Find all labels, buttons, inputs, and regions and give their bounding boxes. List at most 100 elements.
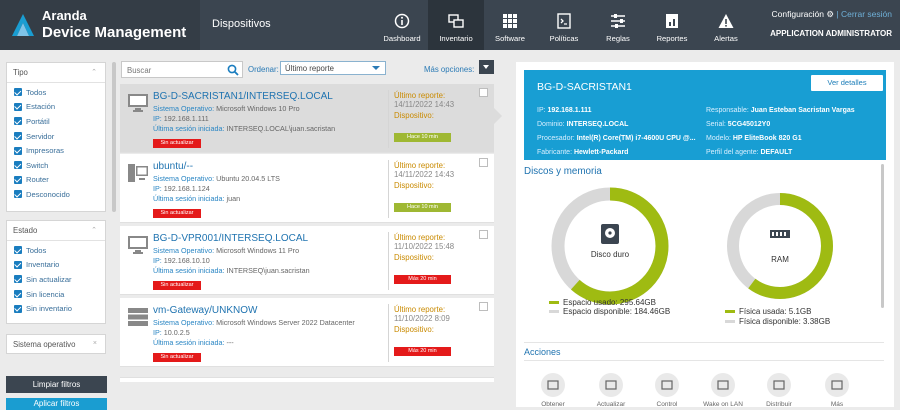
device-name[interactable]: ubuntu/--: [153, 161, 193, 172]
device-checkbox[interactable]: [479, 88, 488, 97]
last-report-value: 11/10/2022 15:48: [394, 242, 455, 251]
device-name[interactable]: BG-D-VPR001/INTERSEQ.LOCAL: [153, 233, 308, 244]
device-card[interactable]: vm-Gateway/UNKNOW Sistema Operativo: Mic…: [120, 298, 494, 367]
action-button[interactable]: Más: [816, 373, 858, 408]
divider: [524, 342, 884, 343]
status-badge: Sin actualizar: [153, 139, 201, 148]
filter-so[interactable]: Sistema operativo ×: [6, 334, 106, 354]
inventory-icon: [448, 14, 464, 28]
device-checkbox[interactable]: [479, 158, 488, 167]
logout-link[interactable]: Cerrar sesión: [841, 9, 892, 19]
filter-option[interactable]: Router: [7, 173, 105, 188]
filter-option[interactable]: Inventario: [7, 258, 105, 273]
device-name[interactable]: BG-D-SACRISTAN1/INTERSEQ.LOCAL: [153, 91, 333, 102]
filter-option[interactable]: Estación: [7, 100, 105, 115]
config-link[interactable]: Configuración: [772, 9, 824, 19]
checkbox-icon: [14, 290, 22, 299]
device-os: Sistema Operativo: Microsoft Windows Ser…: [153, 318, 355, 327]
filter-option[interactable]: Todos: [7, 85, 105, 100]
last-report-label: Último reporte:: [394, 91, 446, 100]
action-button[interactable]: Wake on LAN: [702, 373, 744, 408]
device-name[interactable]: vm-Gateway/UNKNOW: [153, 305, 257, 316]
search-field[interactable]: Buscar: [121, 61, 243, 78]
filter-header: Sistema operativo ×: [7, 335, 105, 355]
filter-option[interactable]: Sin licencia: [7, 287, 105, 302]
filter-estado: Estado ⌃ Todos Inventario Sin actualizar …: [6, 220, 106, 324]
checkbox-icon: [14, 102, 22, 111]
device-ip: IP: 192.168.1.124: [153, 184, 210, 193]
device-card[interactable]: BG-D-VPR001/INTERSEQ.LOCAL Sistema Opera…: [120, 226, 494, 295]
list-item[interactable]: [120, 377, 494, 382]
checkbox-icon: [14, 304, 22, 313]
hard-drive-icon: [601, 224, 619, 244]
server-icon: [128, 308, 148, 328]
search-input[interactable]: Buscar: [127, 66, 151, 75]
view-details-button[interactable]: Ver detalles: [811, 75, 883, 91]
device-session: Última sesión iniciada: INTERSEQ\juan.sa…: [153, 266, 310, 275]
nav-label: Dashboard: [383, 34, 421, 43]
disk-donut: Disco duro: [551, 187, 669, 305]
nav-inventario[interactable]: Inventario: [428, 0, 484, 50]
search-icon[interactable]: [227, 64, 239, 76]
filters-scrollbar[interactable]: [112, 62, 116, 212]
nav-dashboard[interactable]: Dashboard: [374, 0, 430, 50]
filter-list: Todos Estación Portátil Servidor Impreso…: [7, 83, 105, 202]
chevron-down-icon: [372, 66, 380, 70]
nav-label: Alertas: [714, 34, 738, 43]
device-checkbox[interactable]: [479, 302, 488, 311]
order-label: Ordenar:: [248, 65, 279, 74]
filter-option[interactable]: Sin actualizar: [7, 272, 105, 287]
checkbox-icon: [14, 161, 22, 170]
detail-field: Dominio: INTERSEQ.LOCAL: [537, 121, 629, 128]
nav-politicas[interactable]: Políticas: [536, 0, 592, 50]
detail-field: Serial: 5CG45012Y0: [706, 121, 771, 128]
detail-field: Procesador: Intel(R) Core(TM) i7-4600U C…: [537, 135, 696, 142]
filter-option[interactable]: Desconocido: [7, 187, 105, 202]
brand-logo[interactable]: Aranda Device Management: [0, 0, 200, 50]
policies-icon: [557, 13, 571, 29]
apply-filters-button[interactable]: Aplicar filtros: [6, 398, 107, 410]
detail-scrollbar[interactable]: [881, 164, 884, 308]
device-label: Dispositivo:: [394, 253, 434, 262]
clear-filters-button[interactable]: Limpiar filtros: [6, 376, 107, 393]
rules-icon: [611, 14, 625, 28]
filter-option[interactable]: Impresoras: [7, 143, 105, 158]
action-button[interactable]: Obtener: [532, 373, 574, 408]
device-summary: BG-D-SACRISTAN1 Ver detalles IP: 192.168…: [524, 70, 886, 160]
device-label: Dispositivo:: [394, 181, 434, 190]
last-report-label: Último reporte:: [394, 305, 446, 314]
user-role: APPLICATION ADMINISTRATOR: [770, 29, 892, 38]
device-card[interactable]: ubuntu/-- Sistema Operativo: Ubuntu 20.0…: [120, 154, 494, 223]
memory-icon: [770, 230, 790, 238]
disk-legend-free: Espacio disponible: 184.46GB: [549, 307, 670, 316]
filter-option[interactable]: Switch: [7, 158, 105, 173]
top-bar: Aranda Device Management Dispositivos Da…: [0, 0, 900, 50]
filter-option[interactable]: Sin inventario: [7, 301, 105, 316]
more-options-label: Más opciones:: [424, 65, 475, 74]
device-checkbox[interactable]: [479, 230, 488, 239]
action-button[interactable]: Control: [646, 373, 688, 408]
nav-alertas[interactable]: Alertas: [698, 0, 754, 50]
device-session: Última sesión iniciada: juan: [153, 194, 241, 203]
filter-header[interactable]: Estado ⌃: [7, 221, 105, 241]
nav-reportes[interactable]: Reportes: [644, 0, 700, 50]
more-options-button[interactable]: [479, 60, 494, 74]
filter-option[interactable]: Servidor: [7, 129, 105, 144]
filter-option[interactable]: Todos: [7, 243, 105, 258]
selection-arrow: [494, 108, 502, 124]
action-button[interactable]: Actualizar: [590, 373, 632, 408]
nav-reglas[interactable]: Reglas: [590, 0, 646, 50]
disk-label: Disco duro: [591, 250, 630, 259]
checkbox-icon: [14, 117, 22, 126]
device-session: Última sesión iniciada: INTERSEQ.LOCAL\j…: [153, 124, 336, 133]
filter-option[interactable]: Portátil: [7, 114, 105, 129]
divider: [388, 160, 389, 218]
nav-software[interactable]: Software: [482, 0, 538, 50]
last-report-label: Último reporte:: [394, 233, 446, 242]
device-time-badge: Más 20 min: [394, 275, 451, 284]
action-button[interactable]: Distribuir: [758, 373, 800, 408]
order-select[interactable]: Último reporte: [280, 61, 386, 75]
gear-icon[interactable]: ⚙: [826, 9, 834, 19]
filter-header[interactable]: Tipo ⌃: [7, 63, 105, 83]
device-card[interactable]: BG-D-SACRISTAN1/INTERSEQ.LOCAL Sistema O…: [120, 84, 494, 153]
